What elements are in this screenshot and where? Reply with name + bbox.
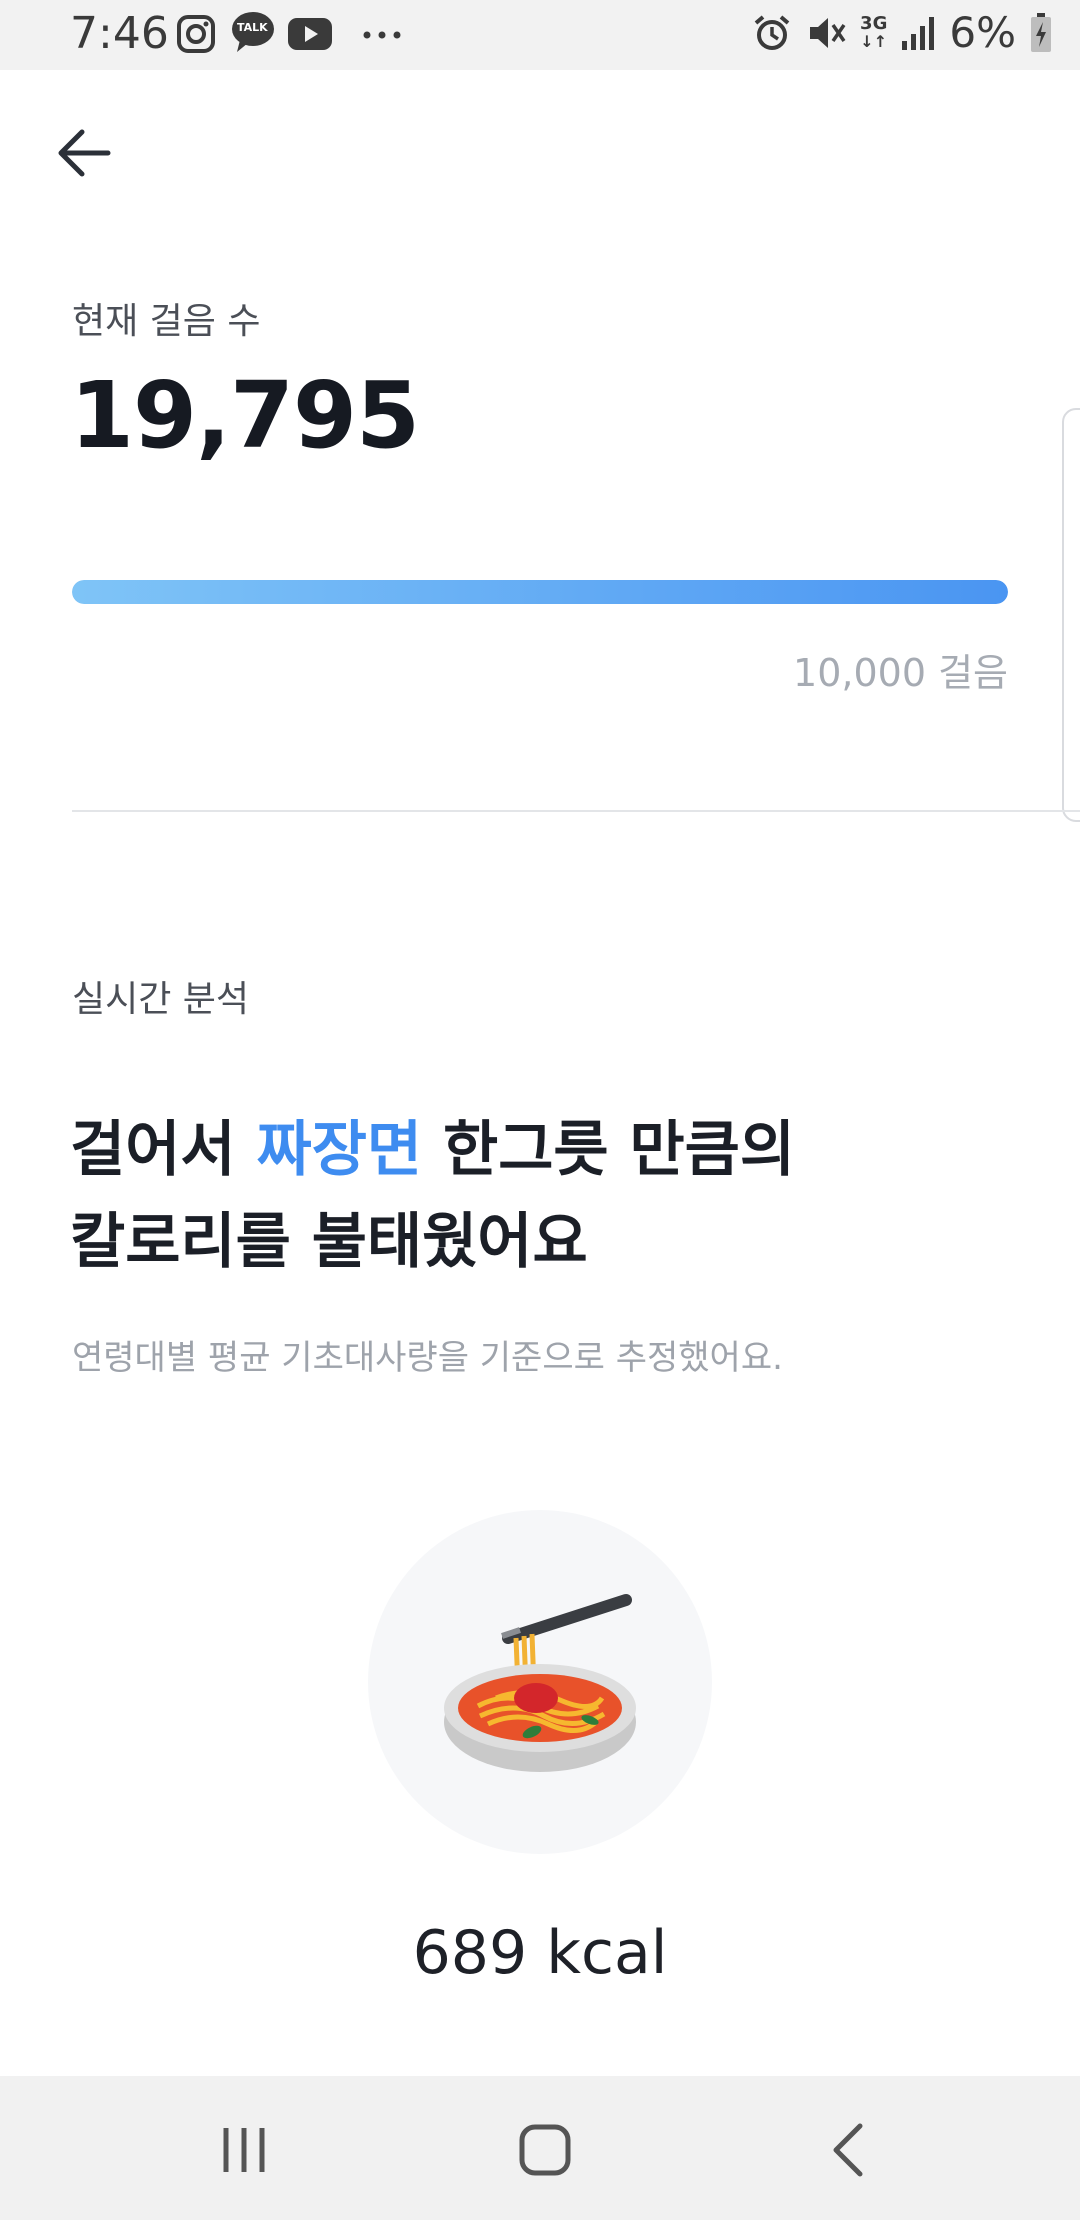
alarm-icon: [754, 14, 790, 50]
steps-goal: 10,000 걸음: [793, 651, 1008, 695]
battery-percent: 6%: [949, 8, 1016, 57]
section-divider: [72, 810, 1080, 812]
side-panel-handle[interactable]: [1062, 408, 1080, 822]
analysis-label: 실시간 분석: [72, 979, 250, 1020]
steps-label: 현재 걸음 수: [72, 301, 261, 342]
instagram-icon: [177, 15, 215, 53]
network-type: 3G: [860, 12, 888, 34]
estimation-note: 연령대별 평균 기초대사량을 기준으로 추정했어요.: [72, 1338, 783, 1378]
steps-progress-fill: [72, 580, 1008, 604]
calorie-value: 689 kcal: [412, 1918, 668, 1988]
steps-count: 19,795: [70, 362, 420, 469]
home-button[interactable]: [515, 2120, 575, 2180]
mute-icon: [810, 17, 846, 48]
recent-apps-icon: [223, 2128, 265, 2172]
noodle-bowl-icon: [444, 1594, 636, 1772]
battery-charging-icon: [1031, 12, 1051, 52]
arrow-left-icon: [58, 129, 111, 177]
talk-badge: TALK: [237, 21, 268, 34]
home-icon: [519, 2124, 571, 2176]
kakaotalk-icon: TALK: [230, 10, 276, 52]
steps-progress-bar: [72, 580, 1008, 604]
food-illustration: [368, 1510, 712, 1854]
back-icon: [833, 2123, 863, 2177]
system-nav-bar: [0, 2076, 1080, 2220]
signal-icon: [902, 16, 935, 50]
headline-suffix: 한그릇 만큼의: [422, 1115, 796, 1185]
status-right: 3G ↓↑ 6%: [752, 8, 1052, 57]
status-bar: 7:46 TALK 3G ↓↑ 6%: [0, 0, 1080, 70]
network-indicator: 3G ↓↑: [860, 12, 888, 51]
status-time: 7:46: [70, 8, 169, 59]
more-dots-icon: [363, 31, 401, 39]
youtube-icon: [288, 18, 332, 50]
system-back-button[interactable]: [820, 2120, 880, 2180]
back-button[interactable]: [50, 118, 120, 188]
headline-line2: 칼로리를 불태웠어요: [70, 1207, 588, 1277]
headline-food: 짜장면: [256, 1115, 423, 1185]
data-arrows-icon: ↓↑: [860, 31, 888, 51]
calorie-headline: 걸어서 짜장면 한그릇 만큼의 칼로리를 불태웠어요: [70, 1104, 1010, 1288]
recent-apps-button[interactable]: [214, 2120, 274, 2180]
headline-prefix: 걸어서: [70, 1115, 257, 1185]
